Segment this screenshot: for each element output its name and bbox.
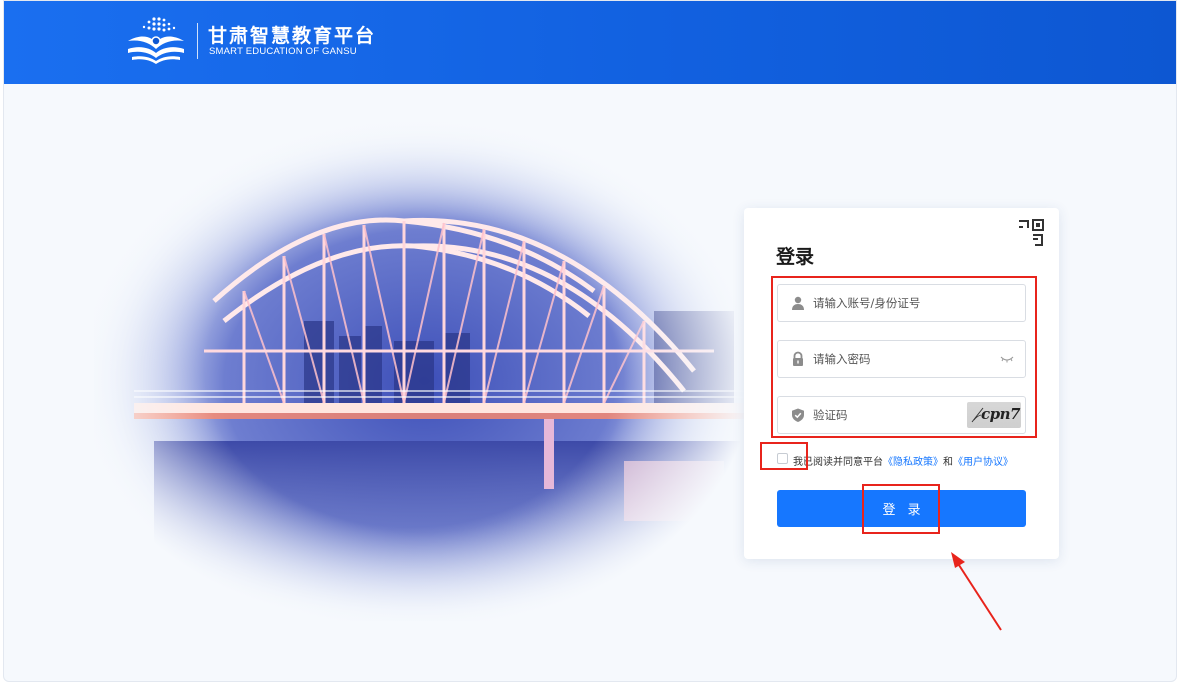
annotation-box-button xyxy=(862,484,940,534)
login-title: 登录 xyxy=(776,246,815,268)
qr-code-icon[interactable] xyxy=(1015,216,1049,250)
annotation-arrow xyxy=(951,552,1002,631)
logo-divider xyxy=(197,23,198,59)
bridge-illustration xyxy=(94,121,754,621)
annotation-box-checkbox xyxy=(760,442,808,470)
page-frame: 甘肃智慧教育平台 SMART EDUCATION OF GANSU 登录 请输入… xyxy=(3,0,1177,682)
privacy-policy-link[interactable]: 《隐私政策》 xyxy=(883,457,943,468)
agree-and: 和 xyxy=(943,457,953,468)
site-subtitle: SMART EDUCATION OF GANSU xyxy=(209,46,357,57)
site-title: 甘肃智慧教育平台 xyxy=(208,25,377,47)
agreement-text: 我已阅读并同意平台《隐私政策》和《用户协议》 xyxy=(793,453,1013,468)
logo-icon xyxy=(128,17,184,64)
top-header: 甘肃智慧教育平台 SMART EDUCATION OF GANSU xyxy=(4,1,1176,84)
annotation-box-fields xyxy=(771,276,1037,438)
user-agreement-link[interactable]: 《用户协议》 xyxy=(953,457,1013,468)
